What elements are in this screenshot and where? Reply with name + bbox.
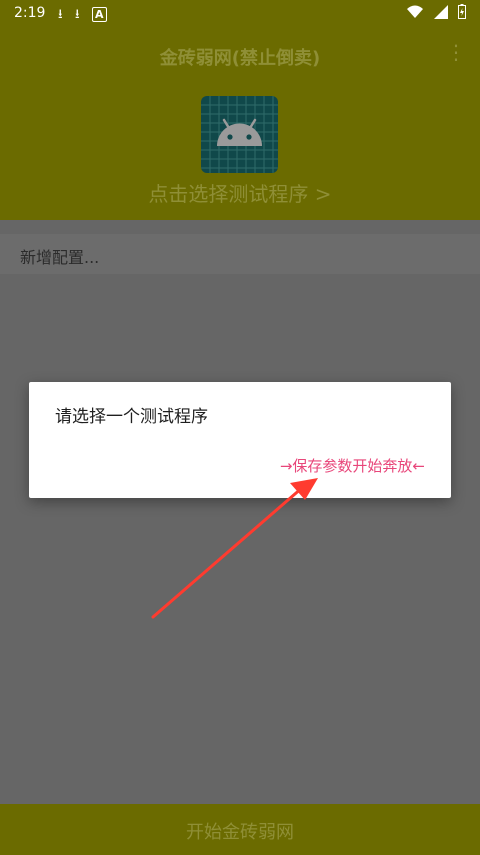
android-icon [201, 96, 278, 173]
start-button-label: 开始金砖弱网 [186, 822, 294, 843]
a-icon: A [92, 7, 107, 22]
download-icon: ⭳ [75, 7, 80, 22]
start-button[interactable]: 开始金砖弱网 [0, 804, 480, 855]
add-config-label: 新增配置... [20, 248, 100, 267]
save-and-start-button[interactable]: →保存参数开始奔放← [280, 455, 425, 476]
download-icon: ⭳ [58, 7, 63, 22]
select-program-link[interactable]: 点击选择测试程序 > [0, 178, 480, 207]
add-config-row[interactable]: 新增配置... [0, 234, 480, 274]
more-vert-icon[interactable]: ⋮ [446, 42, 466, 62]
status-bar: 2:19 ⭳ ⭳ A [0, 0, 480, 28]
alert-dialog: 请选择一个测试程序 →保存参数开始奔放← [29, 382, 451, 498]
system-icons [401, 4, 466, 23]
content-area: 新增配置... [0, 220, 480, 804]
battery-icon [458, 4, 466, 23]
app-header: 金砖弱网(禁止倒卖) ⋮ 点击选择测试程序 > [0, 28, 480, 220]
wifi-icon [407, 5, 424, 23]
notification-icons: ⭳ ⭳ A [58, 5, 115, 27]
signal-icon [433, 5, 448, 23]
dialog-message: 请选择一个测试程序 [55, 407, 208, 427]
app-icon[interactable] [201, 96, 278, 173]
status-time: 2:19 [14, 5, 46, 21]
app-title: 金砖弱网(禁止倒卖) [159, 48, 321, 69]
